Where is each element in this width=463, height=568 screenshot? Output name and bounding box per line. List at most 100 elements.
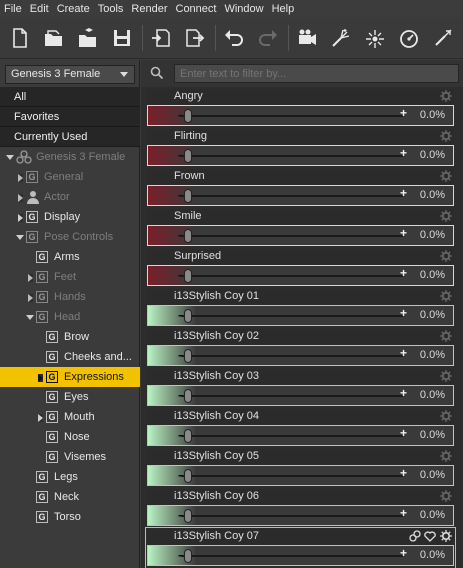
slider-track[interactable]: -+0.0%	[147, 345, 454, 366]
slider-handle[interactable]	[184, 189, 192, 203]
morph-slider[interactable]: i13Stylish Coy 01 -+0.0%	[147, 289, 454, 327]
merge-folder-icon[interactable]	[74, 23, 102, 53]
save-icon[interactable]	[108, 23, 136, 53]
render-settings-icon[interactable]	[395, 23, 423, 53]
slider-handle[interactable]	[184, 389, 192, 403]
import-icon[interactable]	[147, 23, 175, 53]
tree-node-arms[interactable]: G Arms	[0, 247, 140, 267]
tree-node-legs[interactable]: G Legs	[0, 467, 140, 487]
spotlight-icon[interactable]	[327, 23, 355, 53]
slider-track[interactable]: -+0.0%	[147, 225, 454, 246]
tree-node-visemes[interactable]: G Visemes	[0, 447, 140, 467]
morph-slider[interactable]: Angry -+0.0%	[147, 89, 454, 127]
new-file-icon[interactable]	[6, 23, 34, 53]
slider-value[interactable]: 0.0%	[420, 469, 445, 481]
menu-window[interactable]: Window	[224, 3, 263, 15]
slider-track[interactable]: -+0.0%	[147, 185, 454, 206]
slider-handle[interactable]	[184, 109, 192, 123]
gear-icon[interactable]	[440, 530, 452, 542]
slider-value[interactable]: 0.0%	[420, 269, 445, 281]
menu-connect[interactable]: Connect	[176, 3, 217, 15]
tree-node-actor[interactable]: Actor	[0, 187, 140, 207]
slider-handle[interactable]	[184, 509, 192, 523]
slider-track[interactable]: -+0.0%	[147, 465, 454, 486]
increment-button[interactable]: +	[400, 346, 407, 360]
point-light-icon[interactable]	[361, 23, 389, 53]
gear-icon[interactable]	[440, 130, 452, 142]
increment-button[interactable]: +	[400, 266, 407, 280]
slider-value[interactable]: 0.0%	[420, 509, 445, 521]
slider-handle[interactable]	[184, 549, 192, 563]
morph-slider[interactable]: i13Stylish Coy 06 -+0.0%	[147, 489, 454, 527]
gear-icon[interactable]	[440, 210, 452, 222]
increment-button[interactable]: +	[400, 466, 407, 480]
collapse-arrow-icon[interactable]	[18, 214, 23, 222]
quick-filter-favorites[interactable]: Favorites	[0, 107, 140, 127]
figure-select[interactable]: Genesis 3 Female	[5, 65, 135, 84]
slider-track[interactable]: -+0.0%	[147, 105, 454, 126]
morph-slider[interactable]: Frown -+0.0%	[147, 169, 454, 207]
tree-node-genesis-3-female[interactable]: Genesis 3 Female	[0, 147, 140, 167]
slider-value[interactable]: 0.0%	[420, 349, 445, 361]
slider-handle[interactable]	[184, 349, 192, 363]
morph-slider[interactable]: Flirting -+0.0%	[147, 129, 454, 167]
link-icon[interactable]	[409, 530, 421, 542]
collapse-arrow-icon[interactable]	[28, 294, 33, 302]
slider-handle[interactable]	[184, 229, 192, 243]
slider-value[interactable]: 0.0%	[420, 189, 445, 201]
slider-handle[interactable]	[184, 149, 192, 163]
increment-button[interactable]: +	[400, 546, 407, 560]
slider-value[interactable]: 0.0%	[420, 389, 445, 401]
collapse-arrow-icon[interactable]	[38, 374, 43, 382]
favorite-heart-icon[interactable]	[424, 530, 436, 542]
slider-track[interactable]: -+0.0%	[147, 145, 454, 166]
redo-icon[interactable]	[254, 23, 282, 53]
collapse-arrow-icon[interactable]	[18, 174, 23, 182]
morph-slider[interactable]: i13Stylish Coy 03 -+0.0%	[147, 369, 454, 407]
gear-icon[interactable]	[440, 450, 452, 462]
tree-node-expressions[interactable]: G Expressions	[0, 367, 140, 387]
morph-slider[interactable]: i13Stylish Coy 04 -+0.0%	[147, 409, 454, 447]
slider-value[interactable]: 0.0%	[420, 229, 445, 241]
morph-slider[interactable]: i13Stylish Coy 07 -+0.0%	[145, 527, 456, 568]
tree-node-head[interactable]: G Head	[0, 307, 140, 327]
increment-button[interactable]: +	[400, 386, 407, 400]
render-icon[interactable]	[429, 23, 457, 53]
tree-node-feet[interactable]: G Feet	[0, 267, 140, 287]
increment-button[interactable]: +	[400, 426, 407, 440]
menu-render[interactable]: Render	[131, 3, 167, 15]
morph-slider[interactable]: Smile -+0.0%	[147, 209, 454, 247]
menu-file[interactable]: File	[4, 3, 22, 15]
tree-node-pose-controls[interactable]: G Pose Controls	[0, 227, 140, 247]
slider-handle[interactable]	[184, 429, 192, 443]
menu-tools[interactable]: Tools	[98, 3, 124, 15]
tree-node-general[interactable]: G General	[0, 167, 140, 187]
tree-node-torso[interactable]: G Torso	[0, 507, 140, 527]
filter-input[interactable]	[174, 64, 459, 83]
tree-node-cheeks-and[interactable]: G Cheeks and...	[0, 347, 140, 367]
morph-slider[interactable]: i13Stylish Coy 02 -+0.0%	[147, 329, 454, 367]
slider-value[interactable]: 0.0%	[420, 309, 445, 321]
menu-help[interactable]: Help	[272, 3, 295, 15]
tree-node-mouth[interactable]: G Mouth	[0, 407, 140, 427]
tree-node-eyes[interactable]: G Eyes	[0, 387, 140, 407]
menu-create[interactable]: Create	[57, 3, 90, 15]
slider-handle[interactable]	[184, 469, 192, 483]
slider-value[interactable]: 0.0%	[420, 149, 445, 161]
expand-arrow-icon[interactable]	[26, 315, 34, 320]
slider-value[interactable]: 0.0%	[420, 109, 445, 121]
gear-icon[interactable]	[440, 170, 452, 182]
search-icon[interactable]	[150, 66, 164, 80]
tree-node-brow[interactable]: G Brow	[0, 327, 140, 347]
quick-filter-all[interactable]: All	[0, 87, 140, 107]
open-folder-icon[interactable]	[40, 23, 68, 53]
increment-button[interactable]: +	[400, 226, 407, 240]
quick-filter-currently-used[interactable]: Currently Used	[0, 127, 140, 147]
morph-slider[interactable]: Surprised -+0.0%	[147, 249, 454, 287]
slider-value[interactable]: 0.0%	[420, 429, 445, 441]
slider-track[interactable]: -+0.0%	[147, 265, 454, 286]
gear-icon[interactable]	[440, 330, 452, 342]
export-icon[interactable]	[181, 23, 209, 53]
expand-arrow-icon[interactable]	[6, 155, 14, 160]
gear-icon[interactable]	[440, 90, 452, 102]
